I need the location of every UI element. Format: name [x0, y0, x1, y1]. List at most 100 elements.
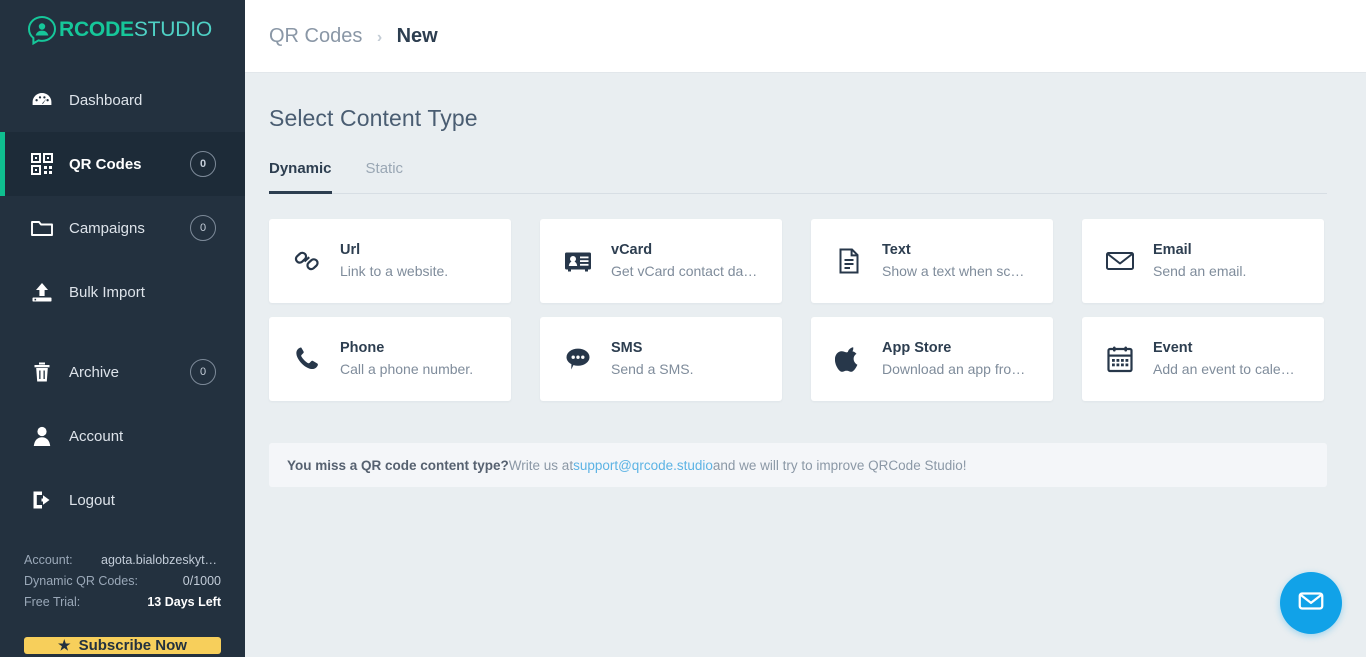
- account-summary: Account: agota.bialobzeskyte… Dynamic QR…: [0, 532, 245, 613]
- sidebar-nav: Dashboard QR Codes 0: [0, 60, 245, 532]
- sidebar-item-logout[interactable]: Logout: [0, 468, 245, 532]
- free-trial-value: 13 Days Left: [147, 592, 221, 613]
- breadcrumb-current: New: [397, 25, 438, 47]
- sidebar-item-dashboard[interactable]: Dashboard: [0, 68, 245, 132]
- topbar: QR Codes › New: [245, 0, 1366, 73]
- account-row: Account: agota.bialobzeskyte…: [24, 550, 221, 571]
- tab-dynamic[interactable]: Dynamic: [269, 160, 332, 194]
- missing-content-type-notice: You miss a QR code content type? Write u…: [269, 443, 1327, 487]
- envelope-icon: [1100, 241, 1140, 281]
- sidebar-item-account[interactable]: Account: [0, 404, 245, 468]
- account-label: Account:: [24, 550, 73, 571]
- content-type-card-event[interactable]: Event Add an event to cale…: [1082, 317, 1324, 401]
- subscribe-label: Subscribe Now: [79, 637, 187, 654]
- logout-icon: [29, 487, 55, 513]
- trash-icon: [29, 359, 55, 385]
- sidebar-item-qr-codes[interactable]: QR Codes 0: [0, 132, 245, 196]
- chat-bubble-icon: [558, 339, 598, 379]
- nav-spacer: [0, 324, 245, 340]
- notice-after-link: and we will try to improve QRCode Studio…: [713, 458, 967, 473]
- content-type-card-sms[interactable]: SMS Send a SMS.: [540, 317, 782, 401]
- sidebar-item-campaigns[interactable]: Campaigns 0: [0, 196, 245, 260]
- card-description: Download an app fro…: [882, 358, 1025, 380]
- sidebar-item-label: Bulk Import: [69, 284, 245, 301]
- chat-support-button[interactable]: [1280, 572, 1342, 634]
- content-type-grid: Url Link to a website.: [269, 219, 1327, 401]
- card-title: Event: [1153, 340, 1193, 356]
- envelope-icon: [1296, 586, 1326, 621]
- page-title: Select Content Type: [269, 105, 1342, 132]
- dashboard-gauge-icon: [29, 87, 55, 113]
- brand-logo[interactable]: RCODESTUDIO: [0, 0, 245, 60]
- folder-icon: [29, 215, 55, 241]
- card-description: Get vCard contact da…: [611, 260, 757, 282]
- status-badge: 0: [190, 359, 216, 385]
- card-description: Link to a website.: [340, 260, 448, 282]
- sidebar-item-label: Logout: [69, 492, 245, 509]
- card-text: App Store Download an app fro…: [882, 338, 1025, 380]
- card-description: Show a text when sc…: [882, 260, 1024, 282]
- sidebar-item-archive[interactable]: Archive 0: [0, 340, 245, 404]
- sidebar-item-label: Account: [69, 428, 245, 445]
- card-text: Event Add an event to cale…: [1153, 338, 1295, 380]
- link-icon: [287, 241, 327, 281]
- document-icon: [829, 241, 869, 281]
- status-badge: 0: [190, 215, 216, 241]
- dynamic-qr-label: Dynamic QR Codes:: [24, 571, 138, 592]
- content-type-card-vcard[interactable]: vCard Get vCard contact da…: [540, 219, 782, 303]
- brand-light: STUDIO: [134, 18, 212, 41]
- content-type-card-text[interactable]: Text Show a text when sc…: [811, 219, 1053, 303]
- content-type-card-app-store[interactable]: App Store Download an app fro…: [811, 317, 1053, 401]
- brand-bold: RCODE: [59, 18, 134, 41]
- breadcrumb-separator-icon: ›: [377, 29, 382, 46]
- card-title: App Store: [882, 340, 951, 356]
- account-value: agota.bialobzeskyte…: [101, 550, 221, 571]
- upload-icon: [29, 279, 55, 305]
- support-email-link[interactable]: support@qrcode.studio: [573, 458, 713, 473]
- card-text: Email Send an email.: [1153, 240, 1246, 282]
- main-area: QR Codes › New Select Content Type Dynam…: [245, 0, 1366, 657]
- tab-static[interactable]: Static: [366, 160, 404, 194]
- sidebar-item-label: Campaigns: [69, 220, 190, 237]
- free-trial-label: Free Trial:: [24, 592, 80, 613]
- card-title: Url: [340, 242, 360, 258]
- sidebar-item-bulk-import[interactable]: Bulk Import: [0, 260, 245, 324]
- sidebar-item-label: QR Codes: [69, 156, 190, 173]
- calendar-icon: [1100, 339, 1140, 379]
- content-type-card-url[interactable]: Url Link to a website.: [269, 219, 511, 303]
- dynamic-qr-value: 0/1000: [183, 571, 221, 592]
- card-description: Call a phone number.: [340, 358, 473, 380]
- card-title: Phone: [340, 340, 384, 356]
- card-description: Send an email.: [1153, 260, 1246, 282]
- sidebar: RCODESTUDIO Dashboard: [0, 0, 245, 657]
- card-description: Add an event to cale…: [1153, 358, 1295, 380]
- breadcrumb: QR Codes › New: [269, 25, 438, 48]
- notice-before-link: Write us at: [509, 458, 573, 473]
- dynamic-qr-row: Dynamic QR Codes: 0/1000: [24, 571, 221, 592]
- notice-bold-text: You miss a QR code content type?: [287, 458, 509, 473]
- vcard-icon: [558, 241, 598, 281]
- sidebar-item-label: Dashboard: [69, 92, 245, 109]
- card-description: Send a SMS.: [611, 358, 694, 380]
- sidebar-item-label: Archive: [69, 364, 190, 381]
- free-trial-row: Free Trial: 13 Days Left: [24, 592, 221, 613]
- content-type-card-phone[interactable]: Phone Call a phone number.: [269, 317, 511, 401]
- breadcrumb-parent[interactable]: QR Codes: [269, 25, 362, 47]
- user-icon: [29, 423, 55, 449]
- card-text: Url Link to a website.: [340, 240, 448, 282]
- card-title: SMS: [611, 340, 642, 356]
- content-type-card-email[interactable]: Email Send an email.: [1082, 219, 1324, 303]
- card-title: Email: [1153, 242, 1192, 258]
- content-panel: Select Content Type Dynamic Static Url L…: [245, 73, 1366, 657]
- qr-speech-logo-icon: [27, 15, 57, 45]
- card-text: SMS Send a SMS.: [611, 338, 694, 380]
- apple-icon: [829, 339, 869, 379]
- content-type-tabs: Dynamic Static: [269, 160, 1327, 194]
- card-text: Text Show a text when sc…: [882, 240, 1024, 282]
- status-badge: 0: [190, 151, 216, 177]
- qr-code-icon: [29, 151, 55, 177]
- brand-text: RCODESTUDIO: [59, 18, 212, 42]
- card-text: vCard Get vCard contact da…: [611, 240, 757, 282]
- card-text: Phone Call a phone number.: [340, 338, 473, 380]
- subscribe-button[interactable]: ★ Subscribe Now: [24, 637, 221, 654]
